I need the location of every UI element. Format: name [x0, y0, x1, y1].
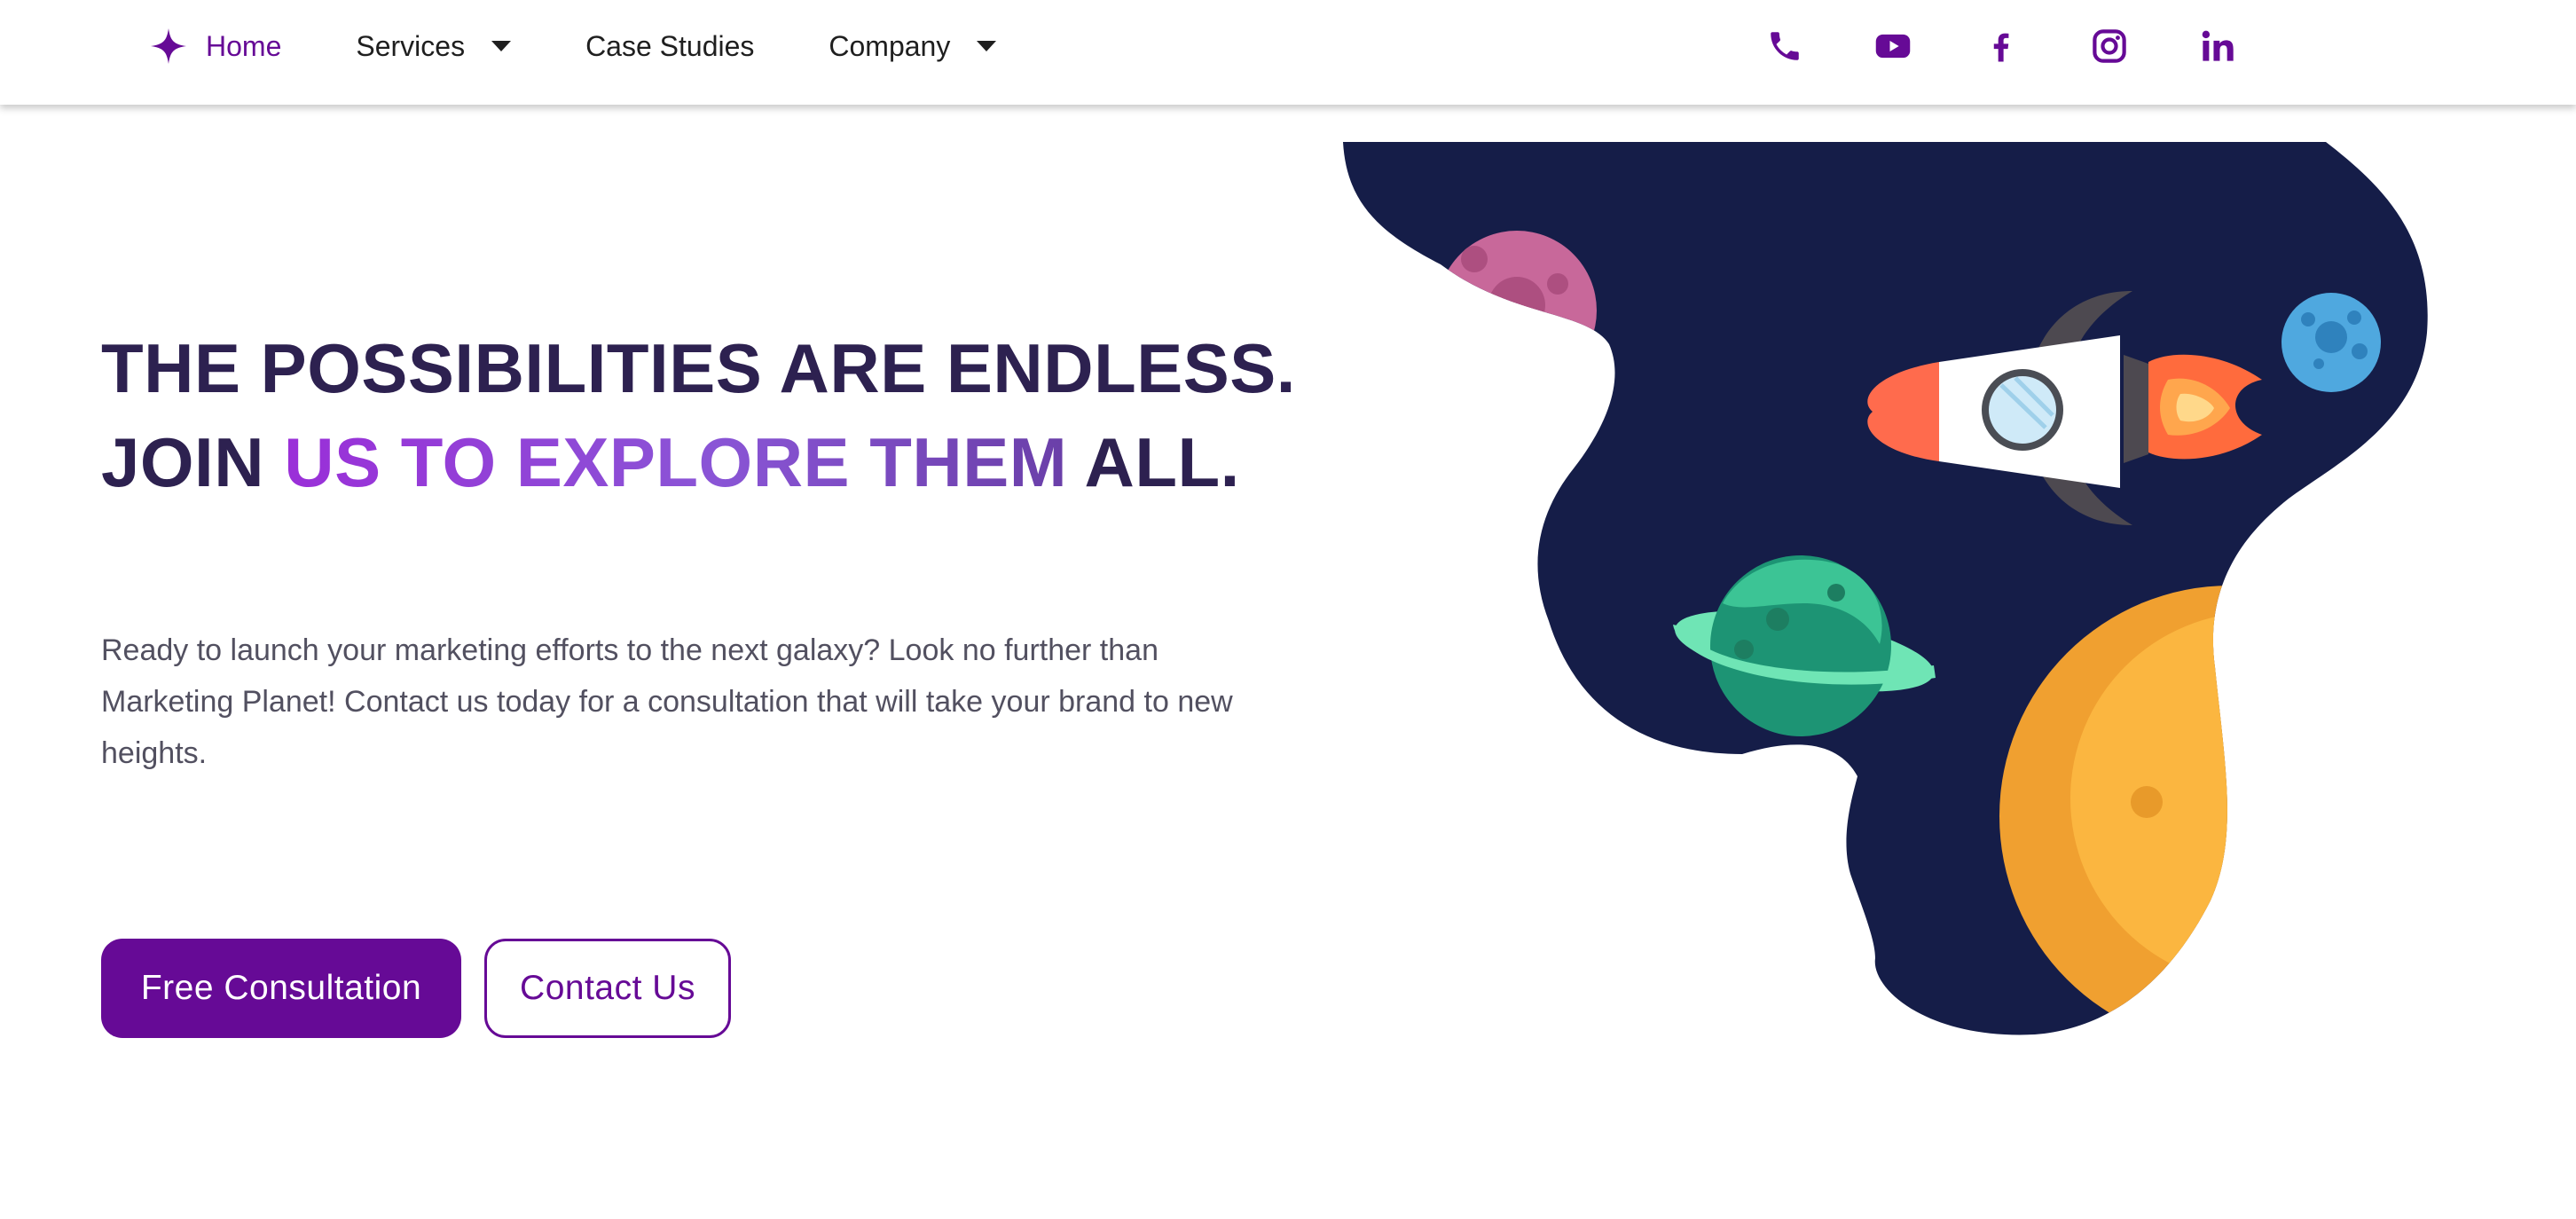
blue-planet	[2281, 293, 2381, 392]
nav-home-label: Home	[206, 29, 282, 62]
top-navbar: Home Services Case Studies Company	[0, 0, 2576, 105]
phone-icon[interactable]	[1765, 27, 1804, 66]
nav-company-label: Company	[829, 29, 951, 62]
nav-services-label: Services	[356, 29, 466, 62]
nav-company[interactable]: Company	[829, 29, 997, 63]
instagram-icon[interactable]	[2090, 27, 2129, 66]
youtube-icon[interactable]	[1873, 27, 1912, 66]
linkedin-icon[interactable]	[2198, 27, 2237, 66]
hero-title-line2-start: JOIN	[101, 423, 285, 501]
hero-title-line1: THE POSSIBILITIES ARE ENDLESS.	[101, 329, 1296, 407]
free-consultation-button[interactable]: Free Consultation	[101, 939, 461, 1038]
nav-services[interactable]: Services	[356, 29, 512, 63]
chevron-down-icon	[491, 41, 512, 51]
hero-title-line2-end: ALL.	[1067, 423, 1240, 501]
hero-title-highlight: US TO EXPLORE THEM	[284, 423, 1068, 501]
pink-planet	[1437, 231, 1597, 390]
facebook-icon[interactable]	[1982, 27, 2021, 66]
sparkle-star-icon	[151, 28, 186, 64]
contact-us-button[interactable]: Contact Us	[484, 939, 731, 1038]
nav-home[interactable]: Home	[149, 27, 281, 66]
nav-case-studies-label: Case Studies	[585, 29, 755, 62]
main-nav: Home Services Case Studies Company	[149, 0, 1071, 92]
chevron-down-icon	[977, 41, 997, 51]
hero-description: Ready to launch your marketing efforts t…	[101, 633, 1233, 770]
social-links	[1765, 0, 2306, 92]
hero-title: THE POSSIBILITIES ARE ENDLESS. JOIN US T…	[101, 321, 1296, 509]
space-illustration	[1343, 142, 2428, 1035]
nav-case-studies[interactable]: Case Studies	[585, 30, 754, 63]
